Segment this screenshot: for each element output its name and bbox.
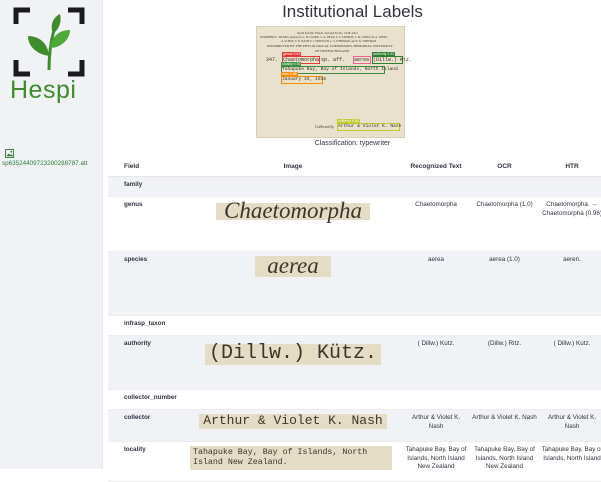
recognized-cell: Arthur & Violet K. Nash <box>402 409 470 442</box>
ocr-cell: aerea (1.0) <box>470 251 539 316</box>
date-text: January 15, 1935 <box>282 77 327 82</box>
column-header-htr: HTR <box>539 156 601 177</box>
field-cell: species <box>108 251 184 316</box>
label-line: South Pacific Plants, Second Series, 191… <box>297 31 358 35</box>
results-table: Field Image Recognized Text OCR HTR fami… <box>108 156 601 482</box>
field-crop-image: (Dillw.) Kütz. <box>204 344 382 365</box>
htr-cell: Arthur & Violet K. Nash <box>539 409 601 442</box>
species-text: aerea <box>354 57 370 63</box>
sidebar-file-link[interactable]: sp63524409723200288787.att <box>2 160 87 167</box>
authority-text: (Dillw.) Ktz. <box>373 57 413 63</box>
table-row: family <box>108 176 601 197</box>
field-cell: collector <box>108 409 184 442</box>
date-tag: date 0.88 <box>281 72 298 76</box>
table-row: locality Tahapuke Bay, Bay of Islands, N… <box>108 441 601 482</box>
table-row: genus Chaetomorpha Chaetomorpha Chaetomo… <box>108 196 601 252</box>
recognized-cell: Chaetomorpha <box>402 196 470 252</box>
image-cell: (Dillw.) Kütz. <box>184 335 402 390</box>
classification-caption: Classification: typewriter <box>314 140 391 147</box>
collected-by-text: Collected by <box>315 125 335 129</box>
logo-text: Hespi <box>10 76 77 104</box>
sidebar: Hespi sp63524409723200288787.att <box>0 0 103 469</box>
table-header-row: Field Image Recognized Text OCR HTR <box>108 156 601 177</box>
sp-aff-text: sp. aff. <box>321 57 346 63</box>
field-crop-image: Chaetomorpha <box>216 199 370 222</box>
table-row: collector Arthur & Violet K. Nash Arthur… <box>108 409 601 442</box>
recognized-cell: Tahapuke Bay, Bay of Islands, North Isla… <box>402 441 470 482</box>
field-crop-image: aerea <box>255 254 331 277</box>
locality-tag: locality 0.92 <box>281 62 302 66</box>
main-content: Institutional Labels South Pacific Plant… <box>104 0 601 482</box>
image-cell: Arthur & Violet K. Nash <box>184 409 402 442</box>
label-line: JOSEPHINE E. TILDEN, assisted by C. H. C… <box>260 36 388 39</box>
column-header-ocr: OCR <box>470 156 539 177</box>
field-cell: collector_number <box>108 389 184 410</box>
htr-cell: Tahapuke Bay, Bay of Islands, North Isla… <box>539 441 601 482</box>
table-row: infrasp_taxon <box>108 315 601 336</box>
field-cell: locality <box>108 441 184 482</box>
column-header-image: Image <box>184 156 402 177</box>
genus-tag: genus 0.93 <box>282 52 302 56</box>
column-header-field: Field <box>108 156 184 177</box>
ocr-cell: Arthur & Violet K. Nash <box>470 409 539 442</box>
field-crop-image: Arthur & Violet K. Nash <box>199 414 387 429</box>
recognized-cell: aerea <box>402 251 470 316</box>
label-number: 347. <box>266 57 279 63</box>
htr-cell: ( Dillw.) Kutz. <box>539 335 601 390</box>
field-cell: genus <box>108 196 184 252</box>
table-row: species aerea aerea aerea (1.0) aeren. <box>108 251 601 316</box>
image-cell: aerea <box>184 251 402 316</box>
recognized-cell: ( Dillw.) Kutz. <box>402 335 470 390</box>
image-cell: Tahapuke Bay, Bay of Islands, North Isla… <box>184 441 402 482</box>
field-cell: authority <box>108 335 184 390</box>
htr-cell: Chaetomorpha. → Chaetomorpha (0.96) <box>539 196 601 252</box>
htr-cell: aeren. <box>539 251 601 316</box>
column-header-recognized: Recognized Text <box>402 156 470 177</box>
locality-text: Tahapuke Bay, Bay of Islands, North Isla… <box>282 67 398 72</box>
image-cell: Chaetomorpha <box>184 196 402 252</box>
label-line: OF NEWFOUNDLAND <box>315 49 349 53</box>
image-icon <box>5 149 14 158</box>
ocr-cell: Chaetomorpha (1.0) <box>470 196 539 252</box>
field-crop-image: Tahapuke Bay, Bay of Islands, North Isla… <box>190 446 392 470</box>
ocr-cell: Tahapuke Bay, Bay of Islands, North Isla… <box>470 441 539 482</box>
label-line: A. SCHUE, V. R. NASH, F. J. FRITZSCH, L.… <box>281 40 377 43</box>
collector-text: Arthur & Violet K. Nash <box>338 124 402 129</box>
table-row: authority (Dillw.) Kütz. ( Dillw.) Kutz.… <box>108 335 601 390</box>
label-line: DISTRIBUTED BY THE PHYCOLOGICAL COMMISSI… <box>267 44 393 48</box>
field-cell: family <box>108 176 184 197</box>
authority-tag: authority 0.91 <box>372 52 396 56</box>
page-title: Institutional Labels <box>282 2 423 21</box>
specimen-label-image: South Pacific Plants, Second Series, 191… <box>256 26 412 138</box>
table-row: collector_number <box>108 389 601 410</box>
field-cell: infrasp_taxon <box>108 315 184 336</box>
ocr-cell: (Dillw.) Ritz. <box>470 335 539 390</box>
collector-tag: collector 0.92 <box>337 119 360 123</box>
